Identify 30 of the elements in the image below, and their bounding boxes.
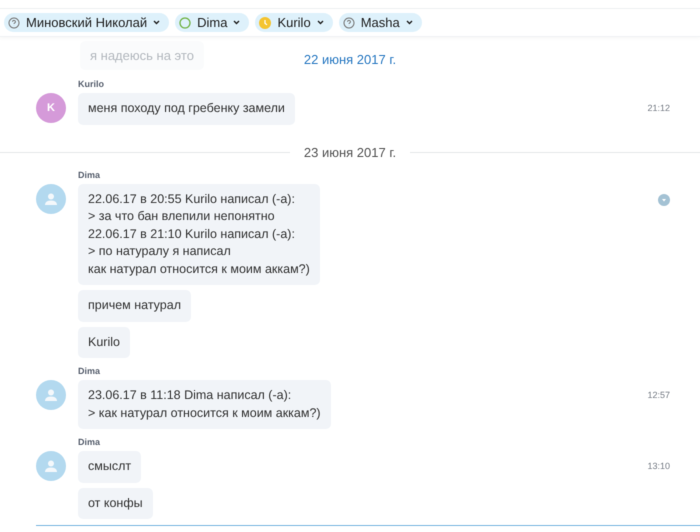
message-bubble: 23.06.17 в 11:18 Dima написал (-а): > как натурал относится к моим аккам?): [78, 380, 331, 429]
message-time: 12:57: [647, 390, 670, 400]
faded-message: я надеюсь на это: [80, 41, 204, 70]
author-name: Dima: [78, 437, 102, 447]
person-icon: [45, 192, 57, 204]
caret-icon: [233, 20, 240, 25]
participant-chip[interactable]: Masha: [338, 13, 422, 32]
person-icon: [45, 389, 57, 401]
avatar-initial: K: [47, 102, 55, 114]
message-bubble: меня походу под гребенку замели: [78, 93, 295, 124]
caret-icon: [153, 20, 160, 25]
date-header: 22 июня 2017 г.: [304, 52, 396, 66]
message-time: 21:12: [647, 103, 670, 113]
participant-chip[interactable]: Kurilo: [255, 13, 333, 32]
participant-chip[interactable]: Dima: [175, 13, 250, 32]
message-time: 13:10: [647, 461, 670, 471]
dropdown-icon[interactable]: [658, 194, 670, 206]
message-bubble: 22.06.17 в 20:55 Kurilo написал (-а): > за что бан влепили непонятно 22.06.17 в 21:10 Kurilo написал (-а): > по натуралу я написал как натурал относится к моим аккам?): [78, 184, 320, 285]
message-bubble: Kurilo: [78, 326, 130, 358]
date-separator: 23 июня 2017 г.: [304, 144, 396, 160]
message-bubble: причем натурал: [78, 290, 191, 322]
message-bubble: смыслт: [78, 451, 142, 482]
person-icon: [45, 460, 57, 472]
caret-icon: [316, 20, 324, 25]
author-name: Kurilo: [78, 79, 105, 89]
author-name: Dima: [78, 366, 102, 376]
caret-icon: [406, 20, 413, 25]
participant-chip[interactable]: Миновский Николай: [4, 13, 170, 32]
message-bubble: от конфы: [78, 488, 153, 519]
author-name: Dima: [78, 170, 102, 180]
